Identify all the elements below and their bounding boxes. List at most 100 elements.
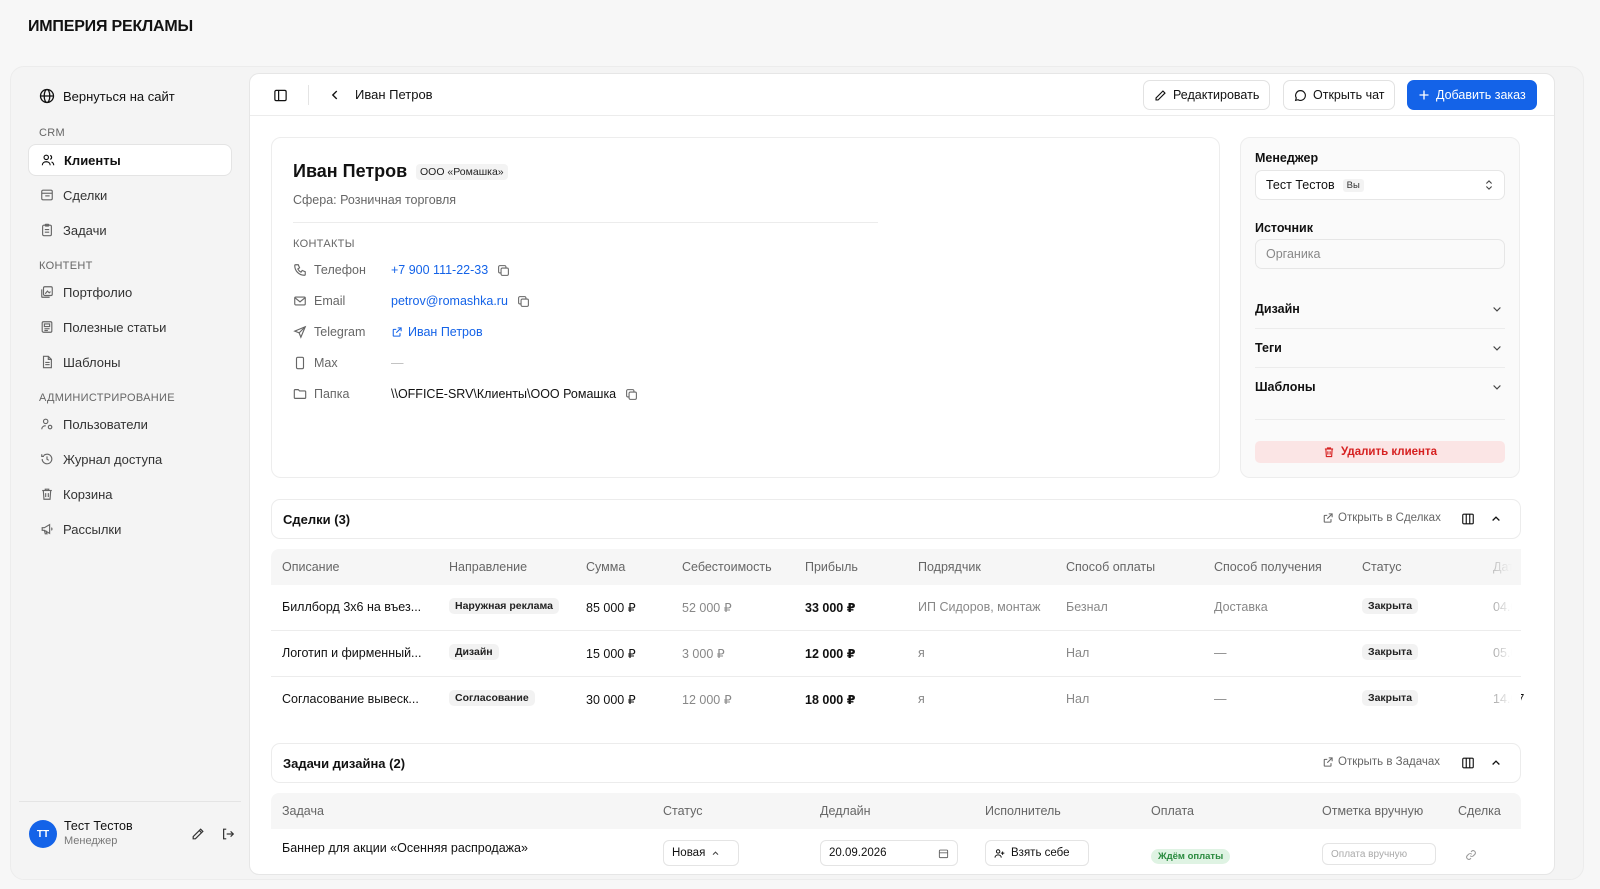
copy-icon[interactable] [625,388,638,401]
client-sphere: Сфера: Розничная торговля [293,193,457,207]
company-badge: ООО «Ромашка» [416,164,508,180]
deals-collapse-button[interactable] [1488,511,1504,527]
back-to-site-link[interactable]: Вернуться на сайт [39,85,175,107]
source-input[interactable]: Органика [1255,239,1505,269]
table-row[interactable]: Биллборд 3x6 на въез... Наружная реклама… [271,585,1521,631]
task-status-select[interactable]: Новая [663,840,739,866]
tasks-title: Задачи дизайна (2) [283,755,406,771]
card-divider [293,222,878,223]
contact-row-telegram: Telegram Иван Петров [293,322,483,342]
sidebar: Вернуться на сайт CRM Клиенты Сделки Зад… [11,67,249,879]
plus-icon [1419,90,1429,100]
direction-badge: Дизайн [449,644,499,660]
columns-icon [1462,513,1474,525]
avatar[interactable]: ТТ [29,820,57,848]
tasks-table-header: Задача Статус Дедлайн Исполнитель Оплата… [271,793,1521,829]
back-to-site-label: Вернуться на сайт [63,88,175,104]
manager-label: Менеджер [1255,151,1319,165]
topbar-separator [308,85,309,105]
brand-logo: ИМПЕРИЯ РЕКЛАМЫ [28,18,194,35]
toggle-sidebar-button[interactable] [271,86,289,104]
chat-bubble-icon [1294,89,1306,101]
section-admin: АДМИНИСТРИРОВАНИЕ [39,392,175,404]
manual-payment-button[interactable]: Оплата вручную [1322,843,1436,865]
chevron-down-icon [1493,307,1501,312]
history-icon [41,453,53,465]
logout-icon [223,828,235,840]
user-role: Менеджер [64,835,118,847]
sidebar-item-users[interactable]: Пользователи [28,408,232,440]
email-link[interactable]: petrov@romashka.ru [391,294,508,308]
deals-title: Сделки (3) [283,511,351,527]
tasks-columns-button[interactable] [1460,755,1476,771]
deals-icon [41,189,53,201]
section-content: КОНТЕНТ [39,260,93,272]
manager-select[interactable]: Тест Тестов Вы [1255,170,1505,200]
user-admin-icon [41,418,53,430]
open-in-tasks-link[interactable]: Открыть в Задачах [1322,756,1440,768]
sidebar-item-access-log[interactable]: Журнал доступа [28,443,232,475]
accordion-tags[interactable]: Теги [1255,329,1505,368]
assign-self-button[interactable]: Взять себе [985,840,1089,866]
open-chat-button[interactable]: Открыть чат [1283,80,1396,110]
sidebar-item-articles[interactable]: Полезные статьи [28,311,232,343]
phone-link[interactable]: +7 900 111-22-33 [391,263,488,277]
back-button[interactable] [326,86,344,104]
status-badge: Закрыта [1362,690,1419,706]
user-name: Тест Тестов [64,819,133,833]
sidebar-footer-divider [19,801,241,802]
link-icon[interactable] [1465,849,1477,861]
sidebar-item-clients[interactable]: Клиенты [28,144,232,176]
deals-section-header: Сделки (3) Открыть в Сделках [271,499,1521,539]
edit-profile-button[interactable] [189,825,207,843]
sidebar-item-portfolio[interactable]: Портфолио [28,276,232,308]
tasks-collapse-button[interactable] [1488,755,1504,771]
external-link-icon [1323,757,1333,767]
sidebar-item-deals[interactable]: Сделки [28,179,232,211]
folder-path: \\OFFICE-SRV\Клиенты\ООО Ромашка [391,387,617,401]
sidebar-item-tasks[interactable]: Задачи [28,214,232,246]
copy-icon[interactable] [497,264,510,277]
megaphone-icon [41,523,53,535]
contact-row-max: Max — [293,353,404,373]
accordion-templates[interactable]: Шаблоны [1255,368,1505,420]
mail-icon [294,296,306,306]
deadline-input[interactable]: 20.09.2026 [820,840,958,866]
send-icon [293,325,307,339]
sidebar-item-trash[interactable]: Корзина [28,478,232,510]
table-row[interactable]: Баннер для акции «Осенняя распродажа» Но… [271,829,1521,874]
page-title: Иван Петров [355,87,433,102]
pencil-icon [1155,89,1166,101]
you-badge: Вы [1342,178,1364,192]
copy-icon[interactable] [517,295,530,308]
sidebar-item-templates[interactable]: Шаблоны [28,346,232,378]
max-value: — [391,356,404,370]
telegram-link[interactable]: Иван Петров [408,325,483,339]
columns-icon [1462,757,1474,769]
sidebar-item-mailings[interactable]: Рассылки [28,513,232,545]
external-link-icon [1323,513,1333,523]
mobile-icon [295,356,305,370]
trash-icon [42,488,52,500]
chevron-updown-icon [1485,180,1493,190]
direction-badge: Наружная реклама [449,598,559,614]
phone-icon [294,264,306,276]
add-order-button[interactable]: Добавить заказ [1407,80,1537,110]
table-row[interactable]: Согласование вывеск... Согласование 30 0… [271,677,1524,723]
trash-icon [1324,447,1334,458]
chevron-up-icon [1492,516,1500,521]
sidebar-toggle-icon [273,89,287,101]
source-label: Источник [1255,221,1313,235]
edit-button[interactable]: Редактировать [1143,80,1271,110]
deals-columns-button[interactable] [1460,511,1476,527]
status-badge: Закрыта [1362,644,1419,660]
articles-icon [41,321,53,333]
chevron-up-icon [1492,760,1500,765]
direction-badge: Согласование [449,690,535,706]
chevron-left-icon [331,90,338,100]
logout-button[interactable] [219,825,237,843]
accordion-design[interactable]: Дизайн [1255,290,1505,329]
delete-client-button[interactable]: Удалить клиента [1255,441,1505,463]
open-in-deals-link[interactable]: Открыть в Сделках [1322,512,1441,524]
table-row[interactable]: Логотип и фирменный... Дизайн 15 000 ₽ 3… [271,631,1521,677]
